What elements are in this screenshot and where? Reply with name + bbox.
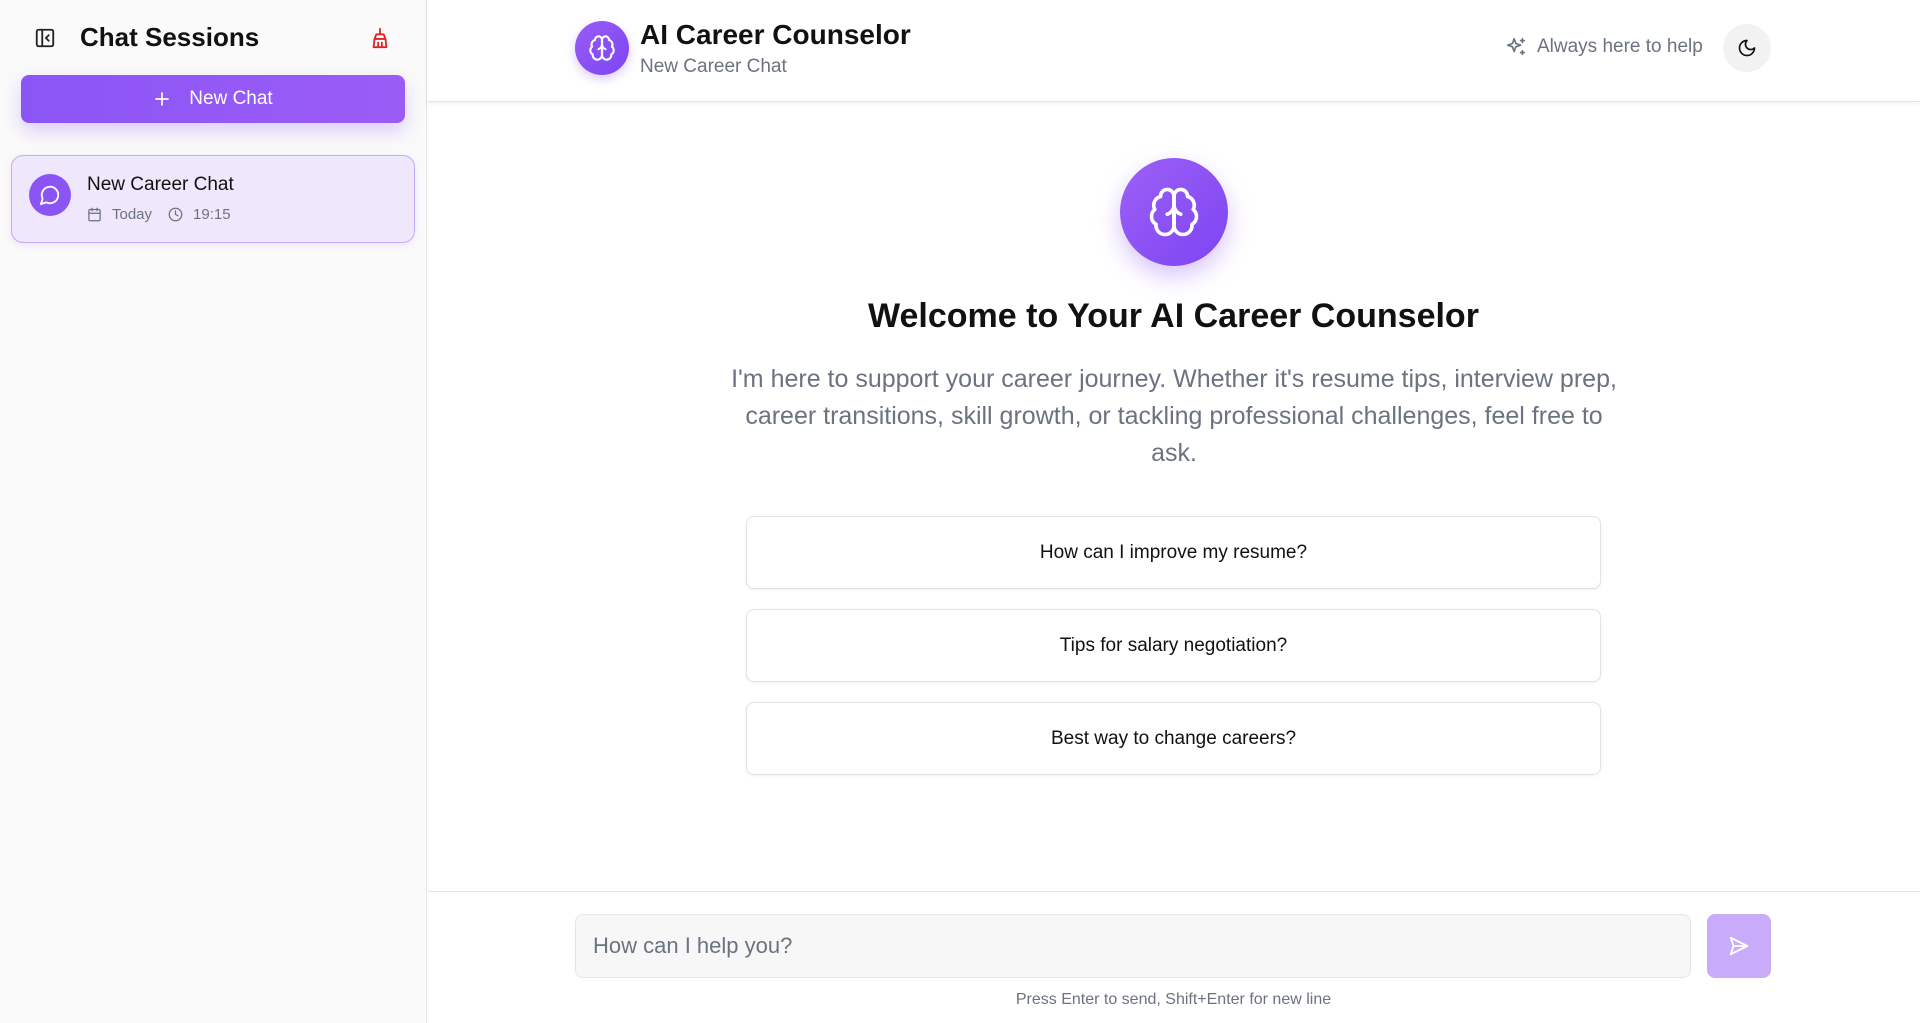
sidebar-header: Chat Sessions [0, 0, 427, 75]
clock-icon [168, 207, 183, 222]
composer-bar: Press Enter to send, Shift+Enter for new… [427, 891, 1920, 1023]
welcome-title: Welcome to Your AI Career Counselor [868, 297, 1479, 335]
suggestion-button[interactable]: Tips for salary negotiation? [746, 609, 1601, 682]
theme-toggle-button[interactable] [1723, 24, 1771, 72]
composer-hint: Press Enter to send, Shift+Enter for new… [1015, 991, 1332, 1008]
new-chat-label: New Chat [189, 88, 273, 109]
message-circle-icon [29, 174, 71, 216]
brain-icon [1120, 158, 1228, 266]
chat-input[interactable] [575, 914, 1691, 978]
moon-icon [1738, 39, 1756, 57]
session-date: Today [112, 206, 153, 223]
send-button[interactable] [1707, 914, 1771, 978]
new-chat-button[interactable]: New Chat [21, 75, 405, 123]
session-time: 19:15 [193, 206, 231, 223]
help-status: Always here to help [1505, 36, 1703, 58]
session-title: New Career Chat [87, 174, 234, 195]
top-bar: AI Career Counselor New Career Chat Alwa… [427, 0, 1920, 102]
sidebar: Chat Sessions New Chat New Career Chat T… [0, 0, 427, 1023]
brain-icon [575, 21, 629, 75]
help-text: Always here to help [1537, 36, 1703, 57]
sparkles-icon [1506, 37, 1526, 56]
welcome-text: I'm here to support your career journey.… [731, 365, 1617, 467]
brush-icon[interactable] [366, 24, 394, 52]
session-meta: Today 19:15 [87, 206, 231, 223]
suggestion-button[interactable]: How can I improve my resume? [746, 516, 1601, 589]
main-panel: AI Career Counselor New Career Chat Alwa… [427, 0, 1920, 1023]
app-subtitle: New Career Chat [640, 56, 787, 77]
calendar-icon [87, 207, 102, 222]
app-title: AI Career Counselor [640, 19, 911, 50]
send-icon [1729, 936, 1749, 956]
plus-icon [155, 92, 170, 106]
session-item[interactable]: New Career Chat Today 19:15 [11, 155, 415, 243]
suggestion-button[interactable]: Best way to change careers? [746, 702, 1601, 775]
sidebar-title: Chat Sessions [80, 22, 260, 52]
sidebar-toggle-icon[interactable] [30, 24, 60, 52]
